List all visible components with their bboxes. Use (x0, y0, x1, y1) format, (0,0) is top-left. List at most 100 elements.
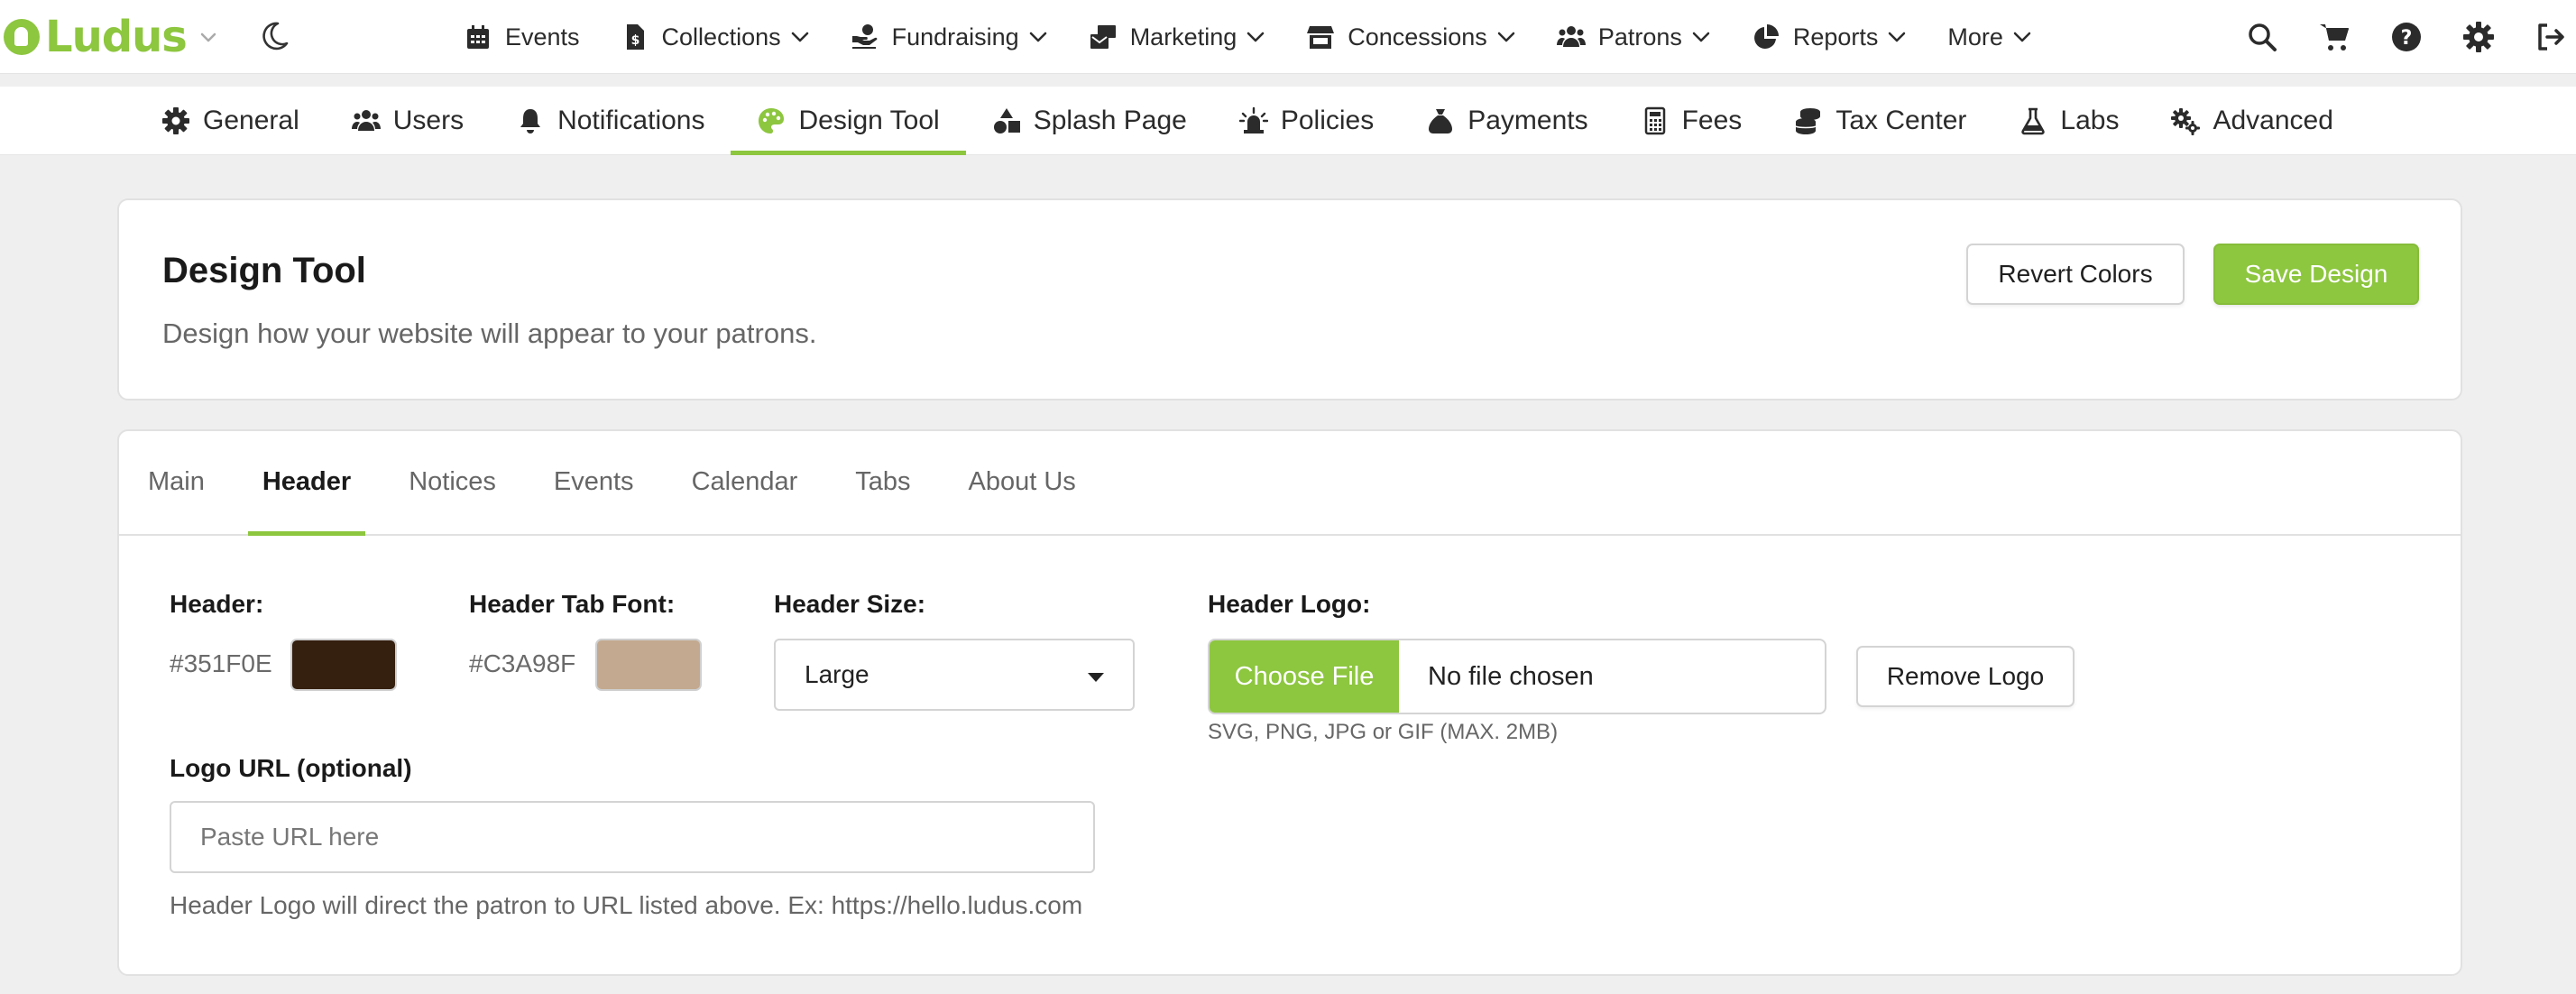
logo-file-input[interactable]: Choose File No file chosen (1208, 639, 1826, 714)
pie-chart-icon (1753, 24, 1779, 49)
file-status: No file chosen (1428, 661, 1594, 691)
shapes-icon (993, 108, 1020, 133)
subnav-design-tool[interactable]: Design Tool (731, 87, 966, 155)
logo-url-label: Logo URL (optional) (170, 754, 412, 782)
choose-file-button[interactable]: Choose File (1210, 640, 1399, 713)
subnav-labs[interactable]: Labs (1992, 87, 2145, 155)
logo-url-input[interactable] (170, 801, 1095, 873)
nav-fundraising-label: Fundraising (891, 23, 1019, 51)
subnav-users-label: Users (392, 106, 465, 135)
chevron-down-icon (791, 32, 808, 42)
search-icon[interactable] (2246, 21, 2278, 53)
gears-icon (2171, 108, 2201, 135)
subnav-tax-center[interactable]: Tax Center (1768, 87, 1992, 155)
tab-about-us[interactable]: About Us (954, 429, 1090, 534)
subnav-users[interactable]: Users (326, 87, 490, 155)
brand-switcher[interactable]: Ludus (4, 9, 217, 65)
gear-icon[interactable] (2462, 21, 2495, 53)
tab-font-color-label: Header Tab Font: (469, 590, 676, 618)
chevron-down-icon (2013, 32, 2031, 42)
nav-more[interactable]: More (1947, 0, 2032, 74)
nav-patrons-label: Patrons (1597, 23, 1682, 51)
settings-subnav: General Users Notifications Design Tool … (0, 87, 2576, 155)
header-size-label: Header Size: (774, 590, 926, 618)
siren-icon (1238, 106, 1268, 133)
file-format-hint: SVG, PNG, JPG or GIF (MAX. 2MB) (1208, 720, 1559, 744)
tab-header[interactable]: Header (247, 429, 366, 536)
nav-events[interactable]: Events (464, 0, 580, 74)
sign-out-icon[interactable] (2535, 21, 2567, 53)
svg-text:?: ? (2401, 27, 2413, 50)
hand-coin-icon (851, 24, 878, 49)
nav-reports[interactable]: Reports (1752, 0, 1908, 74)
nav-marketing[interactable]: Marketing (1089, 0, 1266, 74)
tab-events[interactable]: Events (539, 429, 649, 534)
cart-icon[interactable] (2318, 21, 2351, 53)
main-nav: Events $ Collections Fundraising Marketi… (464, 0, 2073, 74)
subnav-splash-page-label: Splash Page (1033, 106, 1187, 135)
tab-font-color-swatch[interactable] (595, 639, 702, 691)
nav-collections[interactable]: $ Collections (621, 0, 810, 74)
header-size-select[interactable]: Large (774, 639, 1135, 711)
ludus-logo-icon (4, 19, 40, 55)
palette-icon (759, 108, 785, 133)
brand-name: Ludus (45, 12, 188, 62)
nav-more-label: More (1947, 23, 2003, 51)
header-color-swatch[interactable] (290, 639, 397, 691)
bell-icon (520, 109, 541, 133)
tab-notices[interactable]: Notices (394, 429, 511, 534)
header-size-value: Large (805, 660, 869, 688)
revert-colors-button[interactable]: Revert Colors (1966, 244, 2185, 305)
nav-concessions-label: Concessions (1348, 23, 1487, 51)
subnav-general[interactable]: General (135, 87, 326, 155)
page-description: Design how your website will appear to y… (162, 318, 817, 349)
subnav-notifications[interactable]: Notifications (490, 87, 731, 155)
design-tabs: Main Header Notices Events Calendar Tabs… (119, 431, 2461, 536)
subnav-notifications-label: Notifications (557, 106, 705, 135)
nav-events-label: Events (505, 23, 580, 51)
gear-icon (162, 107, 189, 134)
header-color-hex: #351F0E (170, 649, 272, 677)
moon-icon[interactable] (258, 20, 290, 52)
tab-font-color-hex: #C3A98F (469, 649, 576, 677)
subnav-labs-label: Labs (2060, 106, 2120, 135)
chevron-down-icon (1029, 32, 1046, 42)
remove-logo-button[interactable]: Remove Logo (1856, 646, 2075, 707)
coins-icon (1795, 108, 1821, 134)
header-color-label: Header: (170, 590, 264, 618)
subnav-general-label: General (203, 106, 299, 135)
subnav-policies-label: Policies (1280, 106, 1375, 135)
svg-text:$: $ (630, 33, 639, 48)
tab-calendar[interactable]: Calendar (677, 429, 813, 534)
document-dollar-icon: $ (626, 24, 644, 50)
help-icon[interactable]: ? (2390, 21, 2423, 53)
chevron-down-icon (1889, 32, 1906, 42)
nav-reports-label: Reports (1792, 23, 1879, 51)
calendar-icon (467, 25, 489, 49)
subnav-advanced-label: Advanced (2213, 106, 2333, 135)
nav-fundraising[interactable]: Fundraising (851, 0, 1048, 74)
chevron-down-icon (1497, 32, 1515, 42)
nav-collections-label: Collections (661, 23, 781, 51)
subnav-fees[interactable]: Fees (1615, 87, 1769, 155)
subnav-payments[interactable]: Payments (1400, 87, 1614, 155)
chevron-down-icon (1692, 32, 1710, 42)
nav-concessions[interactable]: Concessions (1306, 0, 1516, 74)
tab-tabs[interactable]: Tabs (841, 429, 925, 534)
subnav-splash-page[interactable]: Splash Page (966, 87, 1213, 155)
calculator-icon (1644, 106, 1665, 135)
nav-patrons[interactable]: Patrons (1556, 0, 1711, 74)
store-icon (1307, 26, 1335, 49)
save-design-button[interactable]: Save Design (2213, 244, 2419, 305)
subnav-policies[interactable]: Policies (1213, 87, 1400, 155)
chevron-down-icon (200, 32, 216, 42)
design-form-card: Main Header Notices Events Calendar Tabs… (117, 429, 2462, 976)
subnav-advanced[interactable]: Advanced (2145, 87, 2359, 155)
mail-bulk-icon (1090, 25, 1116, 49)
logo-url-help: Header Logo will direct the patron to UR… (170, 891, 1083, 919)
flask-icon (2021, 107, 2046, 135)
subnav-fees-label: Fees (1681, 106, 1743, 135)
top-navbar: Ludus Events $ Collections Fundraising M… (0, 0, 2576, 74)
subnav-design-tool-label: Design Tool (798, 106, 940, 135)
tab-main[interactable]: Main (133, 429, 219, 534)
